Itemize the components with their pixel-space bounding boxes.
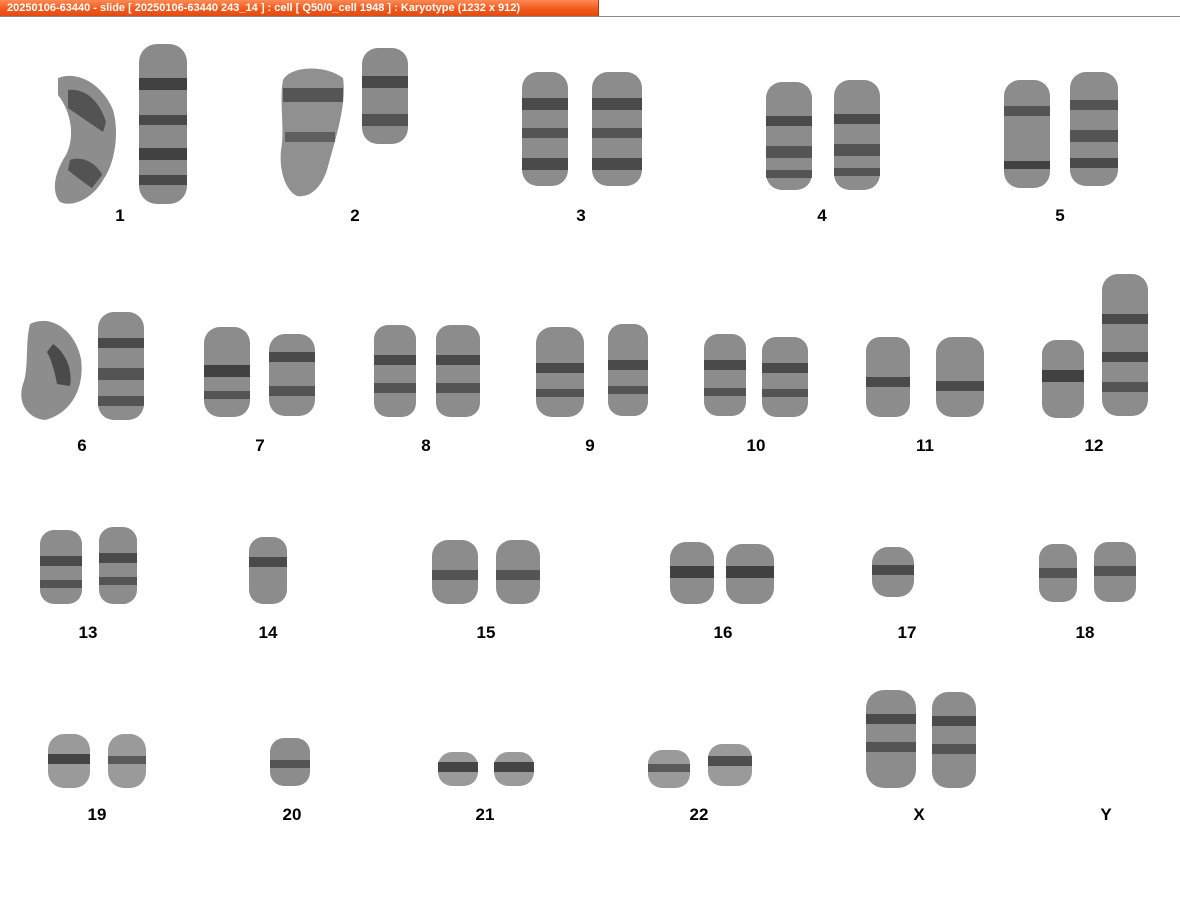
chromosome-image[interactable]: [434, 748, 482, 790]
chromosome-image[interactable]: [200, 323, 255, 421]
chromosome-image[interactable]: [265, 330, 320, 420]
chromosome-image[interactable]: [358, 44, 413, 149]
chromosome-image[interactable]: [932, 333, 988, 421]
chromosome-image[interactable]: [245, 533, 291, 608]
chromosome-image[interactable]: [928, 688, 980, 792]
chromosome-image[interactable]: [762, 78, 817, 193]
chromosome-label: 2: [350, 206, 360, 225]
chromosome-image[interactable]: [95, 523, 141, 608]
chromosome-label: 8: [421, 436, 431, 455]
chromosome-label: 14: [258, 623, 278, 642]
chromosome-image[interactable]: [370, 321, 420, 421]
title-bar: 20250106-63440 - slide [ 20250106-63440 …: [0, 0, 1180, 17]
chromosome-image[interactable]: [644, 746, 694, 792]
chromosome-image[interactable]: [1038, 336, 1088, 422]
chromosome-label: 17: [897, 623, 917, 642]
chromosome-image[interactable]: [432, 321, 484, 421]
chromosome-image[interactable]: [492, 536, 544, 608]
chromosome-label: 18: [1075, 623, 1095, 642]
chromosome-image[interactable]: [1066, 68, 1122, 190]
chromosome-image[interactable]: [48, 70, 123, 210]
window-title[interactable]: 20250106-63440 - slide [ 20250106-63440 …: [0, 0, 599, 16]
chromosome-image[interactable]: [428, 536, 482, 608]
chromosome-image[interactable]: [1000, 76, 1055, 191]
chromosome-image[interactable]: [758, 333, 812, 421]
karyogram: 1 2 3 4 5 6 7 8 9 10 11 12 13 14 15 16 1…: [0, 18, 1180, 902]
chromosome-image[interactable]: [588, 68, 646, 190]
chromosome-image[interactable]: [666, 538, 718, 608]
chromosome-label: 20: [282, 805, 302, 824]
chromosome-label: 21: [475, 805, 495, 824]
chromosome-label: Y: [1100, 805, 1112, 824]
chromosome-label: 5: [1055, 206, 1065, 225]
chromosome-image[interactable]: [862, 333, 914, 421]
chromosome-image[interactable]: [1090, 538, 1140, 606]
chromosome-image[interactable]: [275, 60, 350, 200]
chromosome-label: 22: [689, 805, 709, 824]
chromosome-image[interactable]: [604, 320, 652, 420]
chromosome-label: 3: [576, 206, 586, 225]
chromosome-image[interactable]: [518, 68, 573, 190]
chromosome-image[interactable]: [704, 740, 756, 790]
chromosome-image[interactable]: [266, 734, 314, 790]
chromosome-image[interactable]: [15, 314, 85, 424]
chromosome-image[interactable]: [1035, 540, 1081, 606]
chromosome-label: 10: [746, 436, 766, 455]
chromosome-label: 6: [77, 436, 87, 455]
chromosome-label: 13: [78, 623, 98, 642]
chromosome-image[interactable]: [830, 76, 885, 193]
chromosome-image[interactable]: [862, 686, 920, 792]
chromosome-label: 4: [817, 206, 827, 225]
chromosome-label: X: [913, 805, 925, 824]
chromosome-label: 16: [713, 623, 733, 642]
chromosome-image[interactable]: [700, 330, 750, 420]
chromosome-label: 19: [87, 805, 107, 824]
chromosome-label: 15: [476, 623, 496, 642]
chromosome-label: 11: [916, 436, 934, 455]
chromosome-label: 12: [1084, 436, 1104, 455]
chromosome-image[interactable]: [532, 323, 588, 421]
chromosome-image[interactable]: [868, 543, 918, 601]
chromosome-image[interactable]: [36, 526, 86, 608]
chromosome-label: 7: [255, 436, 265, 455]
chromosome-image[interactable]: [1098, 270, 1152, 420]
chromosome-image[interactable]: [44, 730, 94, 792]
chromosome-label: 9: [585, 436, 595, 455]
chromosome-image[interactable]: [104, 730, 150, 792]
chromosome-image[interactable]: [94, 308, 149, 423]
chromosome-image[interactable]: [490, 748, 538, 790]
chromosome-image[interactable]: [135, 40, 193, 210]
chromosome-image[interactable]: [722, 540, 778, 608]
